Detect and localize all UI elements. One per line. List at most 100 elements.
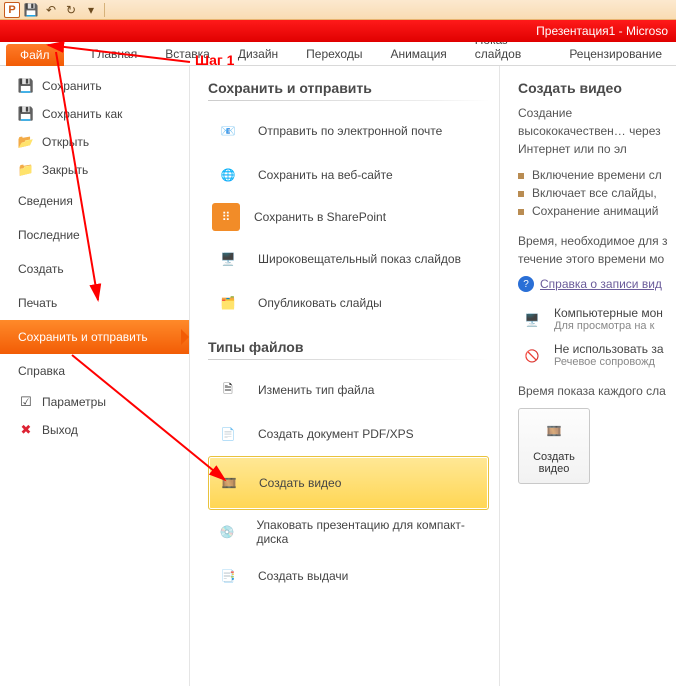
monitor-icon: 🖥️ — [518, 306, 546, 334]
opt-create-video[interactable]: 🎞️ Создать видео — [208, 456, 489, 510]
opt-label: Создать документ PDF/XPS — [258, 427, 414, 441]
menu-recent[interactable]: Последние — [0, 218, 189, 252]
close-icon: 📁 — [18, 162, 34, 178]
help-icon: ? — [518, 276, 534, 292]
publish-icon: 🗂️ — [212, 287, 244, 319]
tab-animation[interactable]: Анимация — [376, 43, 460, 65]
backstage-right-pane: Создать видео Создание высококачествен… … — [500, 66, 676, 686]
opt-sharepoint[interactable]: ⠿ Сохранить в SharePoint — [208, 197, 489, 237]
menu-label: Закрыть — [42, 163, 88, 177]
help-link[interactable]: Справка о записи вид — [540, 277, 662, 291]
opt-pdf[interactable]: 📄 Создать документ PDF/XPS — [208, 412, 489, 456]
pdf-icon: 📄 — [212, 418, 244, 450]
window-title: Презентация1 - Microso — [536, 24, 668, 38]
menu-info[interactable]: Сведения — [0, 184, 189, 218]
divider — [208, 359, 489, 360]
bullet: Сохранение анимаций — [518, 202, 676, 220]
mail-icon: 📧 — [212, 115, 244, 147]
save-icon: 💾 — [18, 78, 34, 94]
change-type-icon: 🗎 — [212, 374, 244, 406]
right-heading: Создать видео — [518, 80, 676, 96]
open-icon: 📂 — [18, 134, 34, 150]
backstage-left-menu: 💾 Сохранить 💾 Сохранить как 📂 Открыть 📁 Закр… — [0, 66, 190, 686]
quick-access-toolbar: P 💾 ↶ ↻ ▾ — [0, 0, 676, 20]
section-heading-save-send: Сохранить и отправить — [208, 80, 489, 96]
time-note: Время, необходимое для зтечение этого вр… — [518, 232, 676, 268]
exit-icon: ✖ — [18, 422, 34, 438]
app-icon: P — [4, 2, 20, 18]
broadcast-icon: 🖥️ — [212, 243, 244, 275]
bullet: Включение времени сл — [518, 166, 676, 184]
bullet: Включает все слайды, — [518, 184, 676, 202]
menu-save[interactable]: 💾 Сохранить — [0, 72, 189, 100]
menu-close[interactable]: 📁 Закрыть — [0, 156, 189, 184]
title-bar: Презентация1 - Microso — [0, 20, 676, 42]
opt-email[interactable]: 📧 Отправить по электронной почте — [208, 109, 489, 153]
opt-web[interactable]: 🌐Сохранить на веб-сайте — [208, 153, 489, 197]
narration-dropdown[interactable]: 🚫 Не использовать заРечевое сопровожд — [518, 338, 676, 374]
qat-separator — [104, 3, 105, 17]
menu-label: Выход — [42, 423, 78, 437]
tab-transitions[interactable]: Переходы — [292, 43, 376, 65]
menu-label: Параметры — [42, 395, 106, 409]
options-icon: ☑ — [18, 394, 34, 410]
opt-package-cd[interactable]: 💿 Упаковать презентацию для компакт-диска — [208, 510, 489, 554]
qat-undo-icon[interactable]: ↶ — [42, 2, 60, 18]
annotation-step1: Шаг 1 — [195, 52, 234, 68]
menu-options[interactable]: ☑ Параметры — [0, 388, 189, 416]
backstage-view: 💾 Сохранить 💾 Сохранить как 📂 Открыть 📁 Закр… — [0, 66, 676, 686]
opt-label: Упаковать презентацию для компакт-диска — [256, 518, 485, 546]
sharepoint-icon: ⠿ — [212, 203, 240, 231]
bullet-icon — [518, 209, 524, 215]
menu-label: Сохранить — [42, 79, 102, 93]
opt-publish[interactable]: 🗂️ Опубликовать слайды — [208, 281, 489, 325]
opt-label: Изменить тип файла — [258, 383, 374, 397]
create-video-button[interactable]: 🎞️ Создать видео — [518, 408, 590, 484]
globe-icon: 🌐 — [212, 159, 244, 191]
menu-open[interactable]: 📂 Открыть — [0, 128, 189, 156]
ribbon-tabs: Файл Главная Вставка Дизайн Переходы Ани… — [0, 42, 676, 66]
bullet-text: Включает все слайды, — [532, 186, 657, 200]
cd-icon: 💿 — [212, 516, 242, 548]
menu-help[interactable]: Справка — [0, 354, 189, 388]
tab-file[interactable]: Файл — [6, 44, 64, 66]
opt-label: Широковещательный показ слайдов — [258, 252, 461, 266]
card-title: Компьютерные мон — [554, 306, 663, 320]
opt-label: Создать видео — [259, 476, 341, 490]
qat-customize-icon[interactable]: ▾ — [82, 2, 100, 18]
opt-label: Создать выдачи — [258, 569, 348, 583]
opt-label: Опубликовать слайды — [258, 296, 382, 310]
quality-dropdown[interactable]: 🖥️ Компьютерные монДля просмотра на к — [518, 302, 676, 338]
qat-redo-icon[interactable]: ↻ — [62, 2, 80, 18]
right-description: Создание высококачествен… через Интернет… — [518, 104, 676, 158]
menu-save-as[interactable]: 💾 Сохранить как — [0, 100, 189, 128]
section-heading-file-types: Типы файлов — [208, 339, 489, 355]
divider — [208, 100, 489, 101]
save-as-icon: 💾 — [18, 106, 34, 122]
menu-save-send[interactable]: Сохранить и отправить — [0, 320, 189, 354]
card-title: Не использовать за — [554, 342, 664, 356]
opt-label: Сохранить в SharePoint — [254, 210, 386, 224]
card-sub: Речевое сопровожд — [554, 356, 664, 368]
opt-label: Отправить по электронной почте — [258, 124, 442, 138]
bullet-text: Включение времени сл — [532, 168, 662, 182]
menu-exit[interactable]: ✖ Выход — [0, 416, 189, 444]
bullet-icon — [518, 173, 524, 179]
bullet-text: Сохранение анимаций — [532, 204, 658, 218]
menu-label: Сохранить как — [42, 107, 122, 121]
video-export-icon: 🎞️ — [538, 415, 570, 447]
bullet-icon — [518, 191, 524, 197]
button-label: Создать видео — [523, 451, 585, 475]
backstage-middle: Сохранить и отправить 📧 Отправить по элек… — [190, 66, 500, 686]
menu-print[interactable]: Печать — [0, 286, 189, 320]
video-icon: 🎞️ — [213, 467, 245, 499]
tab-review[interactable]: Рецензирование — [555, 43, 676, 65]
menu-label: Открыть — [42, 135, 89, 149]
menu-new[interactable]: Создать — [0, 252, 189, 286]
duration-label: Время показа каждого сла — [518, 382, 676, 400]
qat-save-icon[interactable]: 💾 — [22, 2, 40, 18]
opt-handouts[interactable]: 📑Создать выдачи — [208, 554, 489, 598]
tab-home[interactable]: Главная — [78, 43, 152, 65]
opt-broadcast[interactable]: 🖥️ Широковещательный показ слайдов — [208, 237, 489, 281]
opt-change-type[interactable]: 🗎 Изменить тип файла — [208, 368, 489, 412]
